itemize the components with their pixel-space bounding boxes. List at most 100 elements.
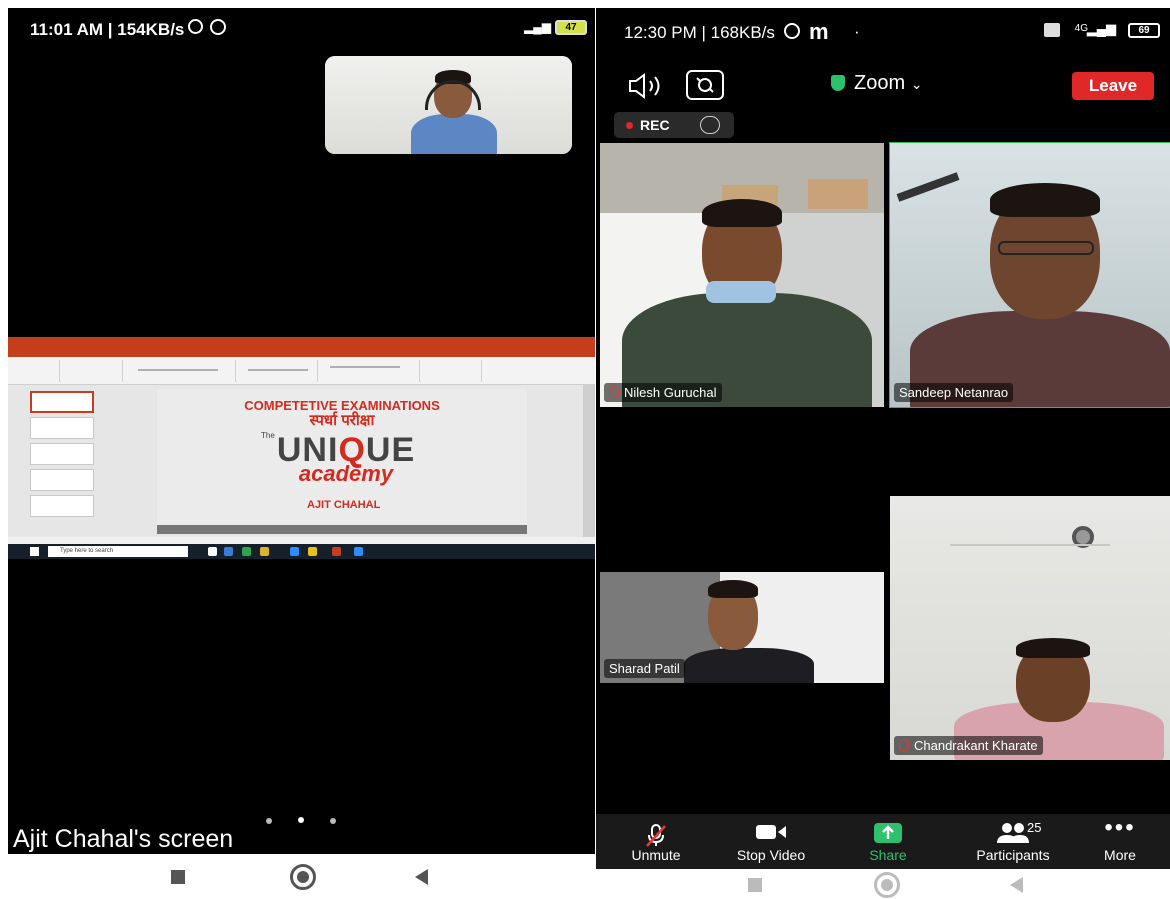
face-mask: [706, 281, 776, 303]
taskbar-search[interactable]: Type here to search: [48, 546, 188, 557]
share-arrow-icon: [873, 822, 903, 847]
video-camera-icon: [754, 822, 788, 845]
meeting-top-bar: Zoom ⌄ Leave: [596, 66, 1170, 106]
slide-thumbnails-panel: [8, 385, 103, 537]
current-slide: COMPETETIVE EXAMINATIONS स्पर्धा परीक्षा…: [157, 389, 527, 534]
ribbon-tabs: [8, 348, 595, 357]
slide-notes-bar: [157, 525, 527, 534]
slide-presenter-name: AJIT CHAHAL: [307, 499, 381, 511]
signal-icon: ▂▄▆: [524, 20, 551, 34]
glasses: [998, 241, 1094, 255]
zoom-meeting-screen: 12:30 PM | 168KB/s m · 4G ▂▄▆ 69 Zoom ⌄ …: [596, 8, 1170, 869]
whatsapp-icon: [210, 19, 226, 35]
participant-name-label: Sandeep Netanrao: [894, 383, 1014, 402]
slide-thumbnail[interactable]: [30, 495, 94, 517]
slide-thumbnail[interactable]: [30, 417, 94, 439]
leave-button[interactable]: Leave: [1072, 72, 1154, 100]
logo-sub-text: academy: [298, 461, 394, 486]
participant-name-label: Chandrakant Kharate: [894, 736, 1043, 755]
person-body: [411, 114, 497, 154]
home-button[interactable]: [874, 872, 900, 898]
participants-label: Participants: [976, 847, 1050, 863]
person-hair: [708, 580, 758, 598]
back-button[interactable]: [415, 869, 428, 885]
recents-button[interactable]: [171, 870, 185, 884]
presenter-video-thumbnail[interactable]: [325, 56, 572, 154]
participant-video-tile[interactable]: Sharad Patil: [600, 572, 884, 683]
unique-academy-logo: UNIQUE academy The: [261, 431, 431, 486]
taskbar-app-icon[interactable]: [308, 547, 317, 556]
alarm-icon: [188, 19, 203, 34]
taskbar-app-icon[interactable]: [260, 547, 269, 556]
participant-name-label: Nilesh Guruchal: [604, 383, 722, 402]
participant-video-tile[interactable]: Nilesh Guruchal: [600, 143, 884, 407]
more-button[interactable]: ••• More: [1070, 814, 1170, 869]
participant-name: Nilesh Guruchal: [624, 385, 717, 400]
taskbar-app-icon[interactable]: [290, 547, 299, 556]
taskbar-app-icon[interactable]: [242, 547, 251, 556]
recents-button[interactable]: [748, 878, 762, 892]
person-hair: [1016, 638, 1090, 658]
status-bar: 12:30 PM | 168KB/s m · 4G ▂▄▆ 69: [596, 8, 1170, 58]
taskbar-app-icon[interactable]: [332, 547, 341, 556]
person-body: [684, 648, 814, 683]
slide-thumbnail[interactable]: [30, 469, 94, 491]
muted-mic-icon: [609, 386, 619, 398]
home-button[interactable]: [290, 864, 316, 890]
alarm-icon: [784, 23, 800, 39]
unmute-button[interactable]: Unmute: [606, 814, 706, 869]
powerpoint-status-bar: [8, 537, 595, 544]
status-time-speed: 12:30 PM | 168KB/s: [624, 23, 775, 42]
participant-name-label: Sharad Patil: [604, 659, 685, 678]
stop-video-button[interactable]: Stop Video: [721, 814, 821, 869]
participant-name: Sandeep Netanrao: [899, 385, 1009, 400]
battery-indicator: 69: [1128, 23, 1160, 38]
participant-name: Sharad Patil: [609, 661, 680, 676]
taskbar-app-icon[interactable]: [224, 547, 233, 556]
shared-screen-label: Ajit Chahal's screen: [13, 825, 234, 853]
more-label: More: [1104, 847, 1136, 863]
recording-indicator[interactable]: REC: [614, 112, 734, 138]
share-label: Share: [869, 847, 907, 863]
app-notification-icon: m: [809, 19, 829, 44]
muted-mic-icon: [899, 739, 909, 751]
person-hair: [990, 183, 1100, 217]
participants-button[interactable]: 25 Participants: [953, 814, 1073, 869]
share-button[interactable]: Share: [838, 814, 938, 869]
stop-video-label: Stop Video: [736, 847, 806, 863]
meeting-title: Zoom: [854, 72, 906, 94]
participant-name: Chandrakant Kharate: [914, 738, 1038, 753]
back-button[interactable]: [1010, 877, 1023, 893]
chevron-down-icon: ⌄: [910, 76, 923, 92]
slide-thumbnail[interactable]: [30, 443, 94, 465]
encryption-shield-icon: [831, 75, 845, 91]
more-dots-icon: •••: [1104, 814, 1136, 841]
notification-dot-icon: ·: [854, 22, 860, 41]
sim-icon: [1044, 23, 1060, 37]
record-dot-icon: [626, 122, 633, 129]
left-phone-screenshot: 11:01 AM | 154KB/s ▂▄▆ 47 COMPETETIVE EX…: [8, 8, 595, 899]
participant-video-tile-active[interactable]: Sandeep Netanrao: [889, 142, 1170, 408]
android-nav-bar: [8, 854, 595, 899]
windows-start-icon[interactable]: [30, 547, 39, 556]
participant-video-tile[interactable]: Chandrakant Kharate: [890, 496, 1170, 760]
shared-screen: COMPETETIVE EXAMINATIONS स्पर्धा परीक्षा…: [8, 337, 595, 559]
right-phone-screenshot: 12:30 PM | 168KB/s m · 4G ▂▄▆ 69 Zoom ⌄ …: [596, 8, 1170, 899]
powerpoint-title-bar: [8, 337, 595, 348]
switch-camera-icon[interactable]: [686, 70, 724, 100]
slide-title-hindi: स्पर्धा परीक्षा: [309, 412, 375, 429]
android-nav-bar: [596, 869, 1170, 899]
taskbar-app-icon[interactable]: [354, 547, 363, 556]
windows-taskbar: Type here to search: [8, 544, 595, 559]
signal-icon: ▂▄▆: [1086, 21, 1116, 36]
unmute-label: Unmute: [631, 847, 681, 863]
participants-icon: [996, 822, 1030, 847]
left-screen: 11:01 AM | 154KB/s ▂▄▆ 47 COMPETETIVE EX…: [8, 8, 595, 854]
audio-wave-icon: [700, 116, 720, 134]
status-time-speed: 11:01 AM | 154KB/s: [30, 20, 185, 39]
meeting-title-dropdown[interactable]: Zoom ⌄: [854, 72, 922, 95]
speaker-icon[interactable]: [626, 72, 666, 100]
slide-thumbnail[interactable]: [30, 391, 94, 413]
taskbar-app-icon[interactable]: [208, 547, 217, 556]
person-hair: [702, 199, 782, 227]
